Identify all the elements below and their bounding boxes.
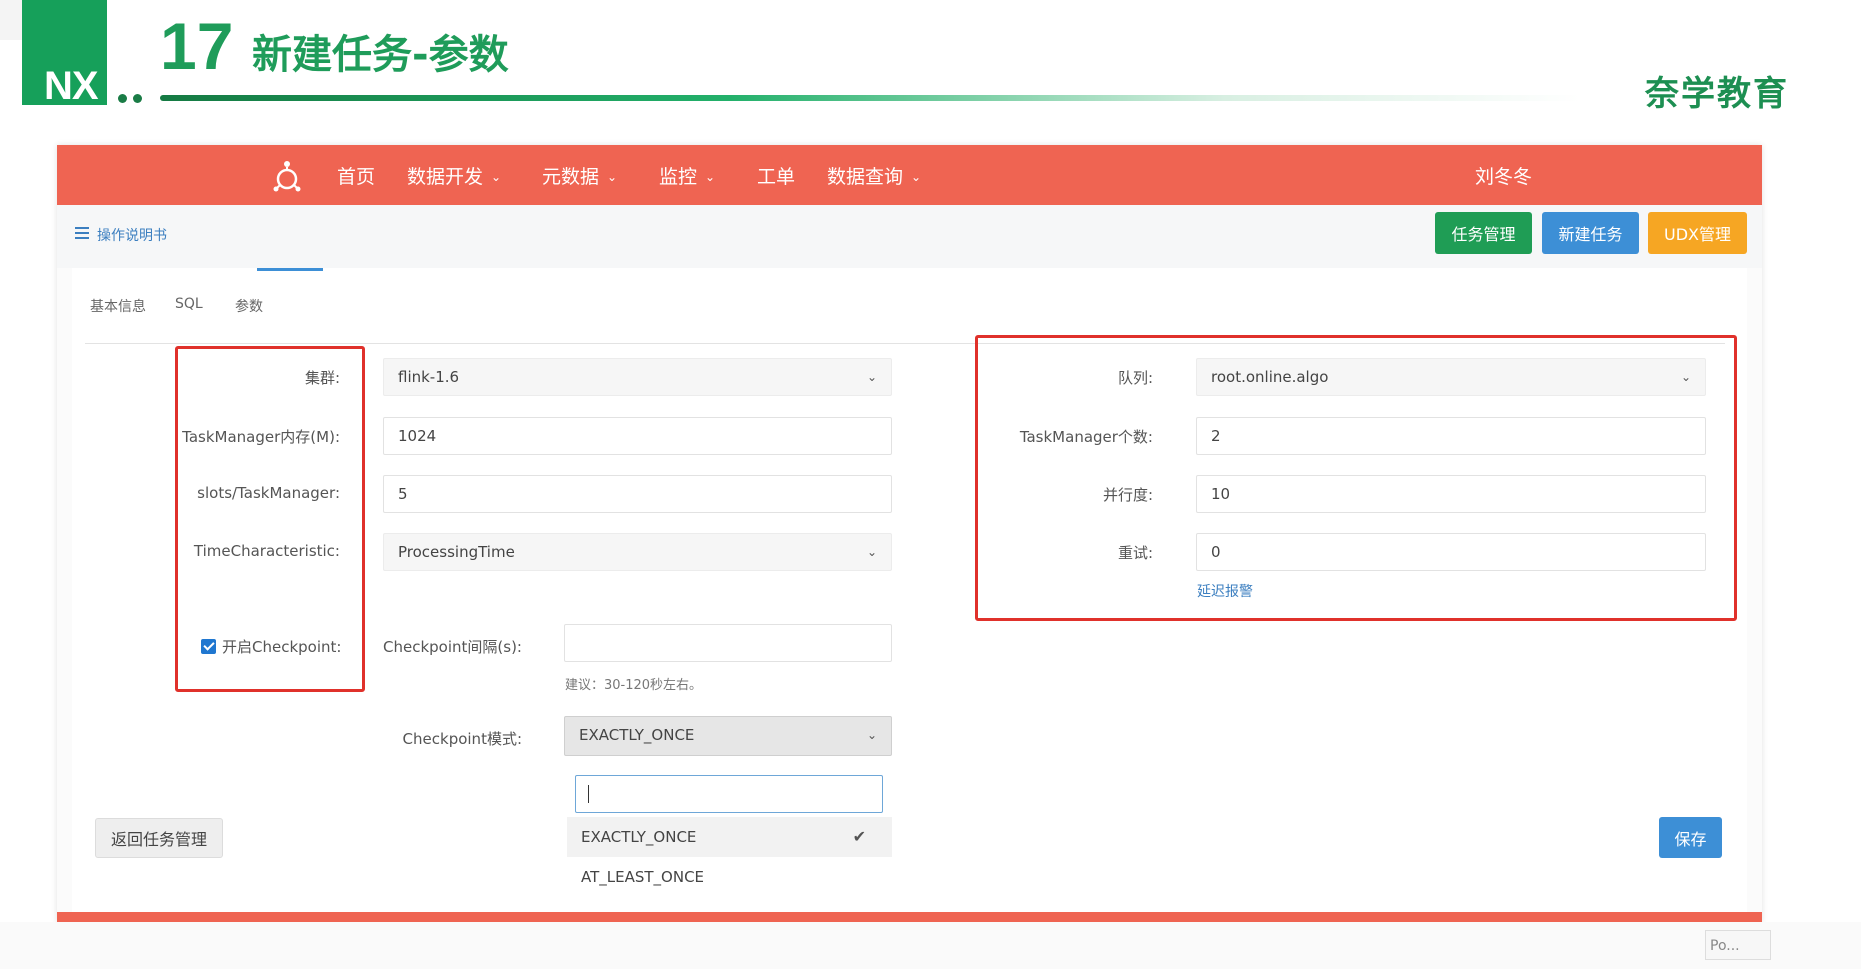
dropdown-option-exactly-once[interactable]: EXACTLY_ONCE ✔	[567, 817, 892, 857]
time-characteristic-select[interactable]: ProcessingTime ⌄	[383, 533, 892, 571]
dropdown-option-at-least-once[interactable]: AT_LEAST_ONCE	[567, 857, 892, 897]
logo-dot	[133, 94, 142, 103]
tab-params[interactable]: 参数	[235, 296, 263, 316]
back-to-task-manage-button[interactable]: 返回任务管理	[95, 818, 223, 858]
tm-memory-input[interactable]: 1024	[383, 417, 892, 455]
user-name[interactable]: 刘冬冬	[1475, 162, 1532, 189]
corner-widget[interactable]: Po...	[1705, 930, 1771, 960]
save-button[interactable]: 保存	[1659, 817, 1722, 858]
checkpoint-interval-label: Checkpoint间隔(s):	[383, 638, 522, 656]
nav-item-metadata[interactable]: 元数据 ⌄	[542, 162, 617, 189]
udx-manage-button[interactable]: UDX管理	[1648, 212, 1747, 254]
brand-logo: 奈学教育	[1645, 74, 1789, 114]
chevron-down-icon: ⌄	[705, 170, 716, 184]
chevron-down-icon: ⌄	[866, 370, 877, 384]
footer-bar	[57, 912, 1762, 922]
tab-sql[interactable]: SQL	[175, 296, 203, 312]
chevron-down-icon: ⌄	[607, 170, 618, 184]
tab-basic-info[interactable]: 基本信息	[90, 296, 146, 316]
chevron-down-icon: ⌄	[491, 170, 502, 184]
checkpoint-interval-input[interactable]	[564, 624, 892, 662]
nav-item-data-query[interactable]: 数据查询 ⌄	[827, 162, 921, 189]
chevron-down-icon: ⌄	[911, 170, 922, 184]
highlight-box-right	[975, 335, 1737, 621]
menu-icon[interactable]	[75, 227, 89, 239]
nav-item-home[interactable]: 首页	[337, 162, 375, 189]
dropdown-search-input[interactable]	[575, 775, 883, 813]
slots-input[interactable]: 5	[383, 475, 892, 513]
text-cursor	[588, 785, 589, 803]
cluster-select[interactable]: flink-1.6 ⌄	[383, 358, 892, 396]
checkpoint-interval-hint: 建议：30-120秒左右。	[565, 678, 703, 693]
nav-item-data-dev[interactable]: 数据开发 ⌄	[407, 162, 501, 189]
app-logo-icon[interactable]	[270, 159, 304, 193]
chevron-down-icon: ⌄	[866, 728, 877, 742]
chevron-down-icon: ⌄	[866, 545, 877, 559]
logo-dot	[118, 94, 127, 103]
slide-title: 新建任务-参数	[252, 32, 509, 78]
header-divider	[160, 95, 1580, 101]
logo-text: NX	[44, 64, 99, 108]
checkpoint-mode-select[interactable]: EXACTLY_ONCE ⌄	[564, 716, 892, 756]
footer-area	[0, 922, 1861, 969]
top-navbar: 首页 数据开发 ⌄ 元数据 ⌄ 监控 ⌄ 工单 数据查询 ⌄ 刘冬冬	[57, 145, 1762, 205]
tab-indicator	[257, 268, 323, 271]
new-task-button[interactable]: 新建任务	[1542, 212, 1639, 254]
slide-number: 17	[160, 9, 234, 83]
nav-item-monitor[interactable]: 监控 ⌄	[659, 162, 715, 189]
task-manage-button[interactable]: 任务管理	[1435, 212, 1532, 254]
checkpoint-mode-label: Checkpoint模式:	[402, 730, 522, 748]
highlight-box-left	[175, 346, 365, 692]
nav-item-ticket[interactable]: 工单	[757, 162, 795, 189]
check-icon: ✔	[852, 827, 866, 846]
manual-link[interactable]: 操作说明书	[97, 225, 167, 245]
